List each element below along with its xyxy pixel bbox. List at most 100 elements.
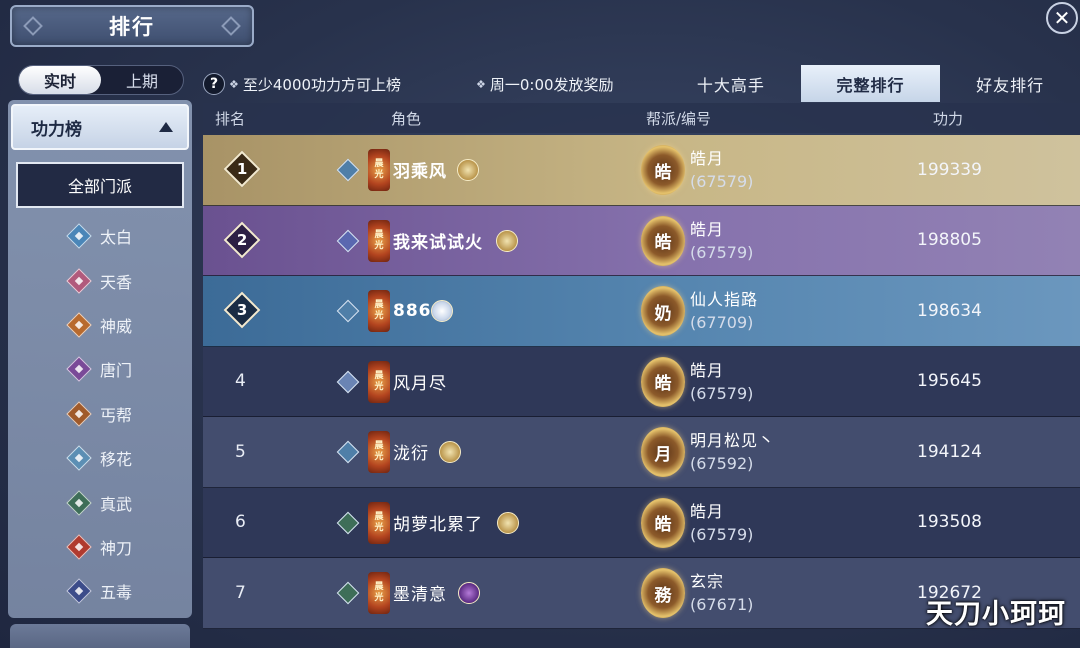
class-icon (336, 370, 360, 393)
guild-name: 皓月 (690, 149, 725, 168)
tab-full-ranking[interactable]: 完整排行 (800, 65, 941, 102)
close-button[interactable]: ✕ (1046, 2, 1078, 34)
toggle-realtime[interactable]: 实时 (19, 66, 101, 94)
col-role: 角色 (391, 109, 422, 128)
guild-id: (67592) (690, 454, 754, 473)
tab-friend-ranking[interactable]: 好友排行 (940, 65, 1080, 102)
notice-text: 周一0:00发放奖励 (489, 76, 614, 94)
close-icon: ✕ (1053, 6, 1071, 30)
col-rank: 排名 (215, 109, 246, 128)
zhenwu-icon (66, 489, 92, 516)
power-value: 198805 (917, 230, 982, 251)
guild-name: 仙人指路 (690, 290, 759, 309)
faction-label: 神威 (100, 316, 133, 336)
faction-item-tianxiang[interactable]: 天香 (66, 258, 176, 302)
faction-label: 丐帮 (100, 405, 133, 425)
faction-item-gaibang[interactable]: 丐帮 (66, 392, 176, 436)
guild-emblem: 月 (641, 427, 685, 477)
power-value: 194124 (917, 441, 982, 462)
table-row[interactable]: 1 晨光 羽乘风 皓 皓月 (67579) 199339 (203, 135, 1080, 206)
faction-item-shendao[interactable]: 神刀 (66, 525, 176, 569)
class-icon (336, 440, 360, 464)
guild-id: (67671) (690, 595, 754, 614)
guild-emblem: 皓 (641, 497, 685, 548)
period-toggle[interactable]: 实时 上期 (18, 65, 184, 95)
power-value: 199339 (917, 159, 982, 180)
board-dropdown[interactable]: 功力榜 (11, 104, 189, 150)
taibai-icon (66, 223, 92, 249)
rank-badge: 1 (223, 150, 261, 188)
table-row[interactable]: 2 晨光 我来试试火 皓 皓月 (67579) 198805 (203, 205, 1080, 276)
table-header: 排名 角色 帮派/编号 功力 (203, 103, 1080, 133)
diamond-icon: ❖ (476, 78, 486, 91)
tianxiang-icon (66, 267, 92, 294)
faction-label: 五毒 (100, 583, 133, 603)
shendao-icon (66, 534, 92, 560)
ranking-table: 1 晨光 羽乘风 皓 皓月 (67579) 199339 2 晨光 我来试试火 … (203, 135, 1080, 629)
faction-item-wudu[interactable]: 五毒 (66, 569, 176, 613)
rank-badge: 2 (223, 221, 261, 258)
faction-item-tangmen[interactable]: 唐门 (66, 347, 176, 391)
power-value: 195645 (917, 371, 982, 392)
class-icon (336, 299, 360, 323)
guild-name: 皓月 (690, 501, 725, 521)
medal-icon (439, 441, 461, 463)
character-name: 墨清意 (393, 585, 447, 606)
toggle-last-period[interactable]: 上期 (101, 66, 183, 94)
col-power: 功力 (933, 109, 964, 128)
table-row[interactable]: 4 晨光 风月尽 皓 皓月 (67579) 195645 (203, 346, 1080, 417)
power-value: 198634 (917, 300, 982, 321)
rank-badge: 3 (223, 291, 261, 329)
title-badge-icon: 晨光 (368, 290, 390, 332)
character-name: 泷衍 (393, 444, 429, 465)
faction-item-yihua[interactable]: 移花 (66, 436, 176, 480)
table-row[interactable]: 6 晨光 胡萝北累了 皓 皓月 (67579) 193508 (203, 487, 1080, 558)
guild-id: (67579) (690, 383, 754, 403)
notice-text: 至少4000功力方可上榜 (242, 76, 402, 94)
faction-item-taibai[interactable]: 太白 (66, 214, 176, 258)
guild-emblem: 皓 (641, 215, 685, 266)
tangmen-icon (66, 356, 92, 383)
faction-item-shenwei[interactable]: 神威 (66, 303, 176, 347)
faction-item-zhenwu[interactable]: 真武 (66, 480, 176, 524)
yihua-icon (66, 445, 92, 471)
class-icon (336, 581, 360, 605)
rank-number: 7 (235, 582, 246, 603)
title-badge-icon: 晨光 (368, 431, 390, 473)
table-row[interactable]: 5 晨光 泷衍 月 明月松见丶 (67592) 194124 (203, 417, 1080, 488)
class-icon (336, 158, 360, 182)
rank-number: 5 (235, 441, 246, 462)
guild-name: 玄宗 (690, 572, 725, 591)
rank-number: 2 (236, 230, 248, 249)
guild-id: (67579) (690, 242, 754, 262)
rank-number: 4 (235, 371, 246, 392)
medal-icon (431, 300, 453, 322)
faction-all-button[interactable]: 全部门派 (16, 162, 184, 208)
guild-emblem: 皓 (641, 356, 685, 407)
page-title-plate: 排行 (10, 5, 254, 47)
wudu-icon (66, 578, 92, 605)
faction-all-label: 全部门派 (67, 177, 132, 196)
col-guild: 帮派/编号 (646, 109, 712, 128)
guild-emblem: 奶 (641, 286, 685, 336)
ranking-tabs: 十大高手 完整排行 好友排行 (661, 65, 1080, 102)
sidebar-next-board[interactable] (10, 624, 190, 648)
ornament-icon (221, 16, 241, 36)
guild-id: (67709) (690, 313, 754, 332)
help-icon[interactable]: ? (203, 73, 225, 95)
rank-number: 1 (236, 160, 248, 178)
class-icon (336, 511, 360, 534)
guild-name: 皓月 (690, 219, 725, 239)
faction-label: 唐门 (100, 361, 133, 381)
watermark: 天刀小珂珂 (926, 599, 1066, 630)
character-name: 风月尽 (393, 373, 447, 394)
guild-id: (67579) (690, 172, 754, 191)
title-badge-icon: 晨光 (368, 360, 390, 403)
collapse-arrow-icon (159, 122, 173, 132)
tab-top-ten[interactable]: 十大高手 (661, 65, 801, 102)
gaibang-icon (66, 401, 92, 427)
table-row[interactable]: 3 晨光 886 奶 仙人指路 (67709) 198634 (203, 276, 1080, 347)
guild-id: (67579) (690, 524, 754, 544)
guild-emblem: 皓 (641, 145, 685, 195)
guild-name: 皓月 (690, 360, 725, 380)
